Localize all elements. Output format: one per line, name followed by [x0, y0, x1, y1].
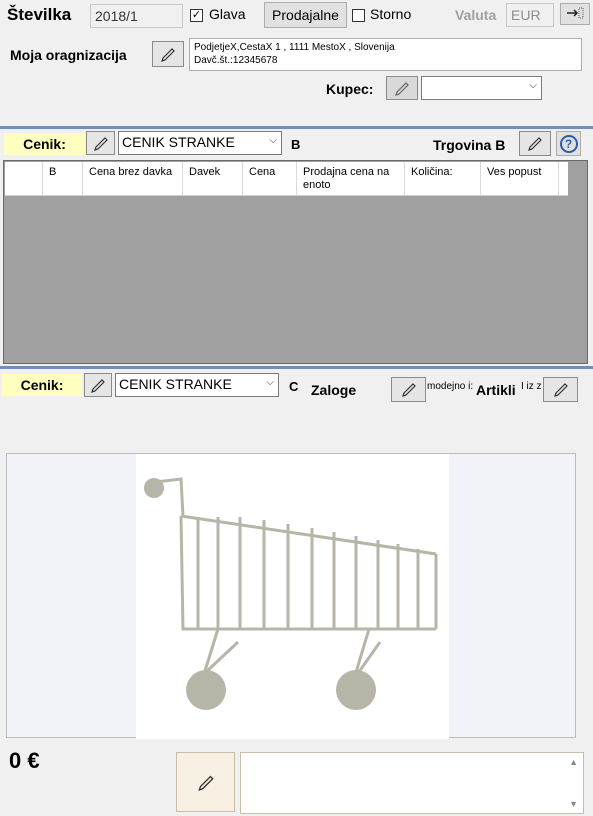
edit-zaloge-button[interactable]	[391, 377, 426, 402]
pencil-icon	[196, 771, 216, 794]
pricelist-top-tag: B	[291, 137, 301, 152]
valuta-field[interactable]: EUR	[506, 3, 554, 27]
prodajalne-button-label: Prodajalne	[272, 7, 339, 23]
edit-notes-button[interactable]	[176, 752, 235, 812]
grid-column-header[interactable]: B	[43, 162, 83, 196]
grid-column-header[interactable]: Prodajna cena na enoto	[297, 162, 405, 196]
organization-label: Moja oragnizacija	[10, 47, 127, 63]
exit-icon	[565, 7, 585, 22]
grid-column-header[interactable]: Cena	[243, 162, 297, 196]
edit-store-button[interactable]	[519, 131, 551, 156]
edit-customer-button[interactable]	[386, 76, 418, 100]
chevron-down-icon: ⌵	[266, 377, 274, 388]
grid-column-header[interactable]: Količina:	[405, 162, 481, 196]
zaloge-hint: modejno i:	[427, 381, 474, 392]
exit-button[interactable]	[560, 3, 590, 25]
notes-textarea[interactable]: ▲ ▼	[240, 752, 584, 814]
pricelist-top-select-value: CENIK STRANKE	[122, 134, 235, 150]
pricelist-top-select[interactable]: CENIK STRANKE ⌵	[118, 131, 282, 155]
pencil-icon	[92, 133, 110, 154]
organization-address-line2: Davč.št.:12345678	[194, 55, 278, 66]
chevron-down-icon: ⌵	[269, 135, 277, 146]
cart-image-area	[136, 454, 449, 739]
valuta-label: Valuta	[455, 7, 497, 23]
pencil-icon	[526, 133, 544, 154]
cart-wheel-right	[336, 670, 376, 710]
section-divider-top	[0, 126, 593, 129]
chevron-down-icon: ⌵	[529, 80, 537, 91]
edit-organization-button[interactable]	[152, 41, 184, 67]
grid-column-header[interactable]: Cena brez davka	[83, 162, 183, 196]
pencil-icon	[400, 379, 418, 400]
cart-wheel-left	[186, 670, 226, 710]
product-image-panel	[6, 453, 576, 739]
grid-column-header[interactable]: Ves popust	[481, 162, 559, 196]
stevilka-label: Številka	[7, 5, 72, 24]
items-grid-header: B Cena brez davka Davek Cena Prodajna cena n…	[5, 162, 568, 196]
edit-pricelist-bottom-button[interactable]	[84, 373, 112, 397]
glava-checkbox[interactable]: ✓	[190, 9, 203, 22]
pencil-icon	[159, 44, 177, 65]
shopping-cart-icon	[144, 477, 438, 710]
customer-label: Kupec:	[326, 81, 374, 97]
pricelist-top-label: Cenik:	[4, 133, 85, 155]
storno-checkbox[interactable]	[352, 9, 365, 22]
organization-address-box[interactable]: PodjetjeX,CestaX 1 , 1111 MestoX , Slove…	[189, 38, 582, 71]
pricelist-bottom-select-value: CENIK STRANKE	[119, 376, 232, 392]
customer-select[interactable]: ⌵	[421, 76, 542, 100]
scroll-down-icon[interactable]: ▼	[569, 799, 578, 809]
question-circle-icon: ?	[559, 134, 578, 153]
section-divider-middle	[0, 366, 593, 369]
pricelist-bottom-select[interactable]: CENIK STRANKE ⌵	[115, 373, 279, 397]
pencil-icon	[552, 379, 570, 400]
zaloge-label: Zaloge	[311, 382, 357, 398]
pencil-icon	[393, 78, 411, 99]
cart-handle	[144, 478, 164, 498]
organization-address-line1: PodjetjeX,CestaX 1 , 1111 MestoX , Slove…	[194, 42, 395, 53]
artikli-hint: I iz z	[521, 381, 542, 392]
pencil-icon	[89, 375, 107, 396]
help-button[interactable]: ?	[556, 131, 581, 156]
storno-label: Storno	[370, 6, 412, 22]
store-label: Trgovina B	[433, 137, 506, 153]
stevilka-field[interactable]: 2018/1	[90, 4, 183, 28]
prodajalne-button[interactable]: Prodajalne	[264, 2, 347, 28]
scroll-up-icon[interactable]: ▲	[569, 757, 578, 767]
artikli-label: Artikli	[476, 382, 516, 398]
total-amount: 0 €	[9, 748, 40, 773]
grid-column-header[interactable]: Davek	[183, 162, 243, 196]
pricelist-bottom-tag: C	[289, 379, 299, 394]
glava-label: Glava	[209, 6, 246, 22]
pricelist-bottom-label: Cenik:	[2, 374, 82, 396]
edit-pricelist-top-button[interactable]	[86, 131, 115, 155]
edit-artikli-button[interactable]	[543, 377, 578, 402]
grid-column-header[interactable]	[5, 162, 43, 196]
